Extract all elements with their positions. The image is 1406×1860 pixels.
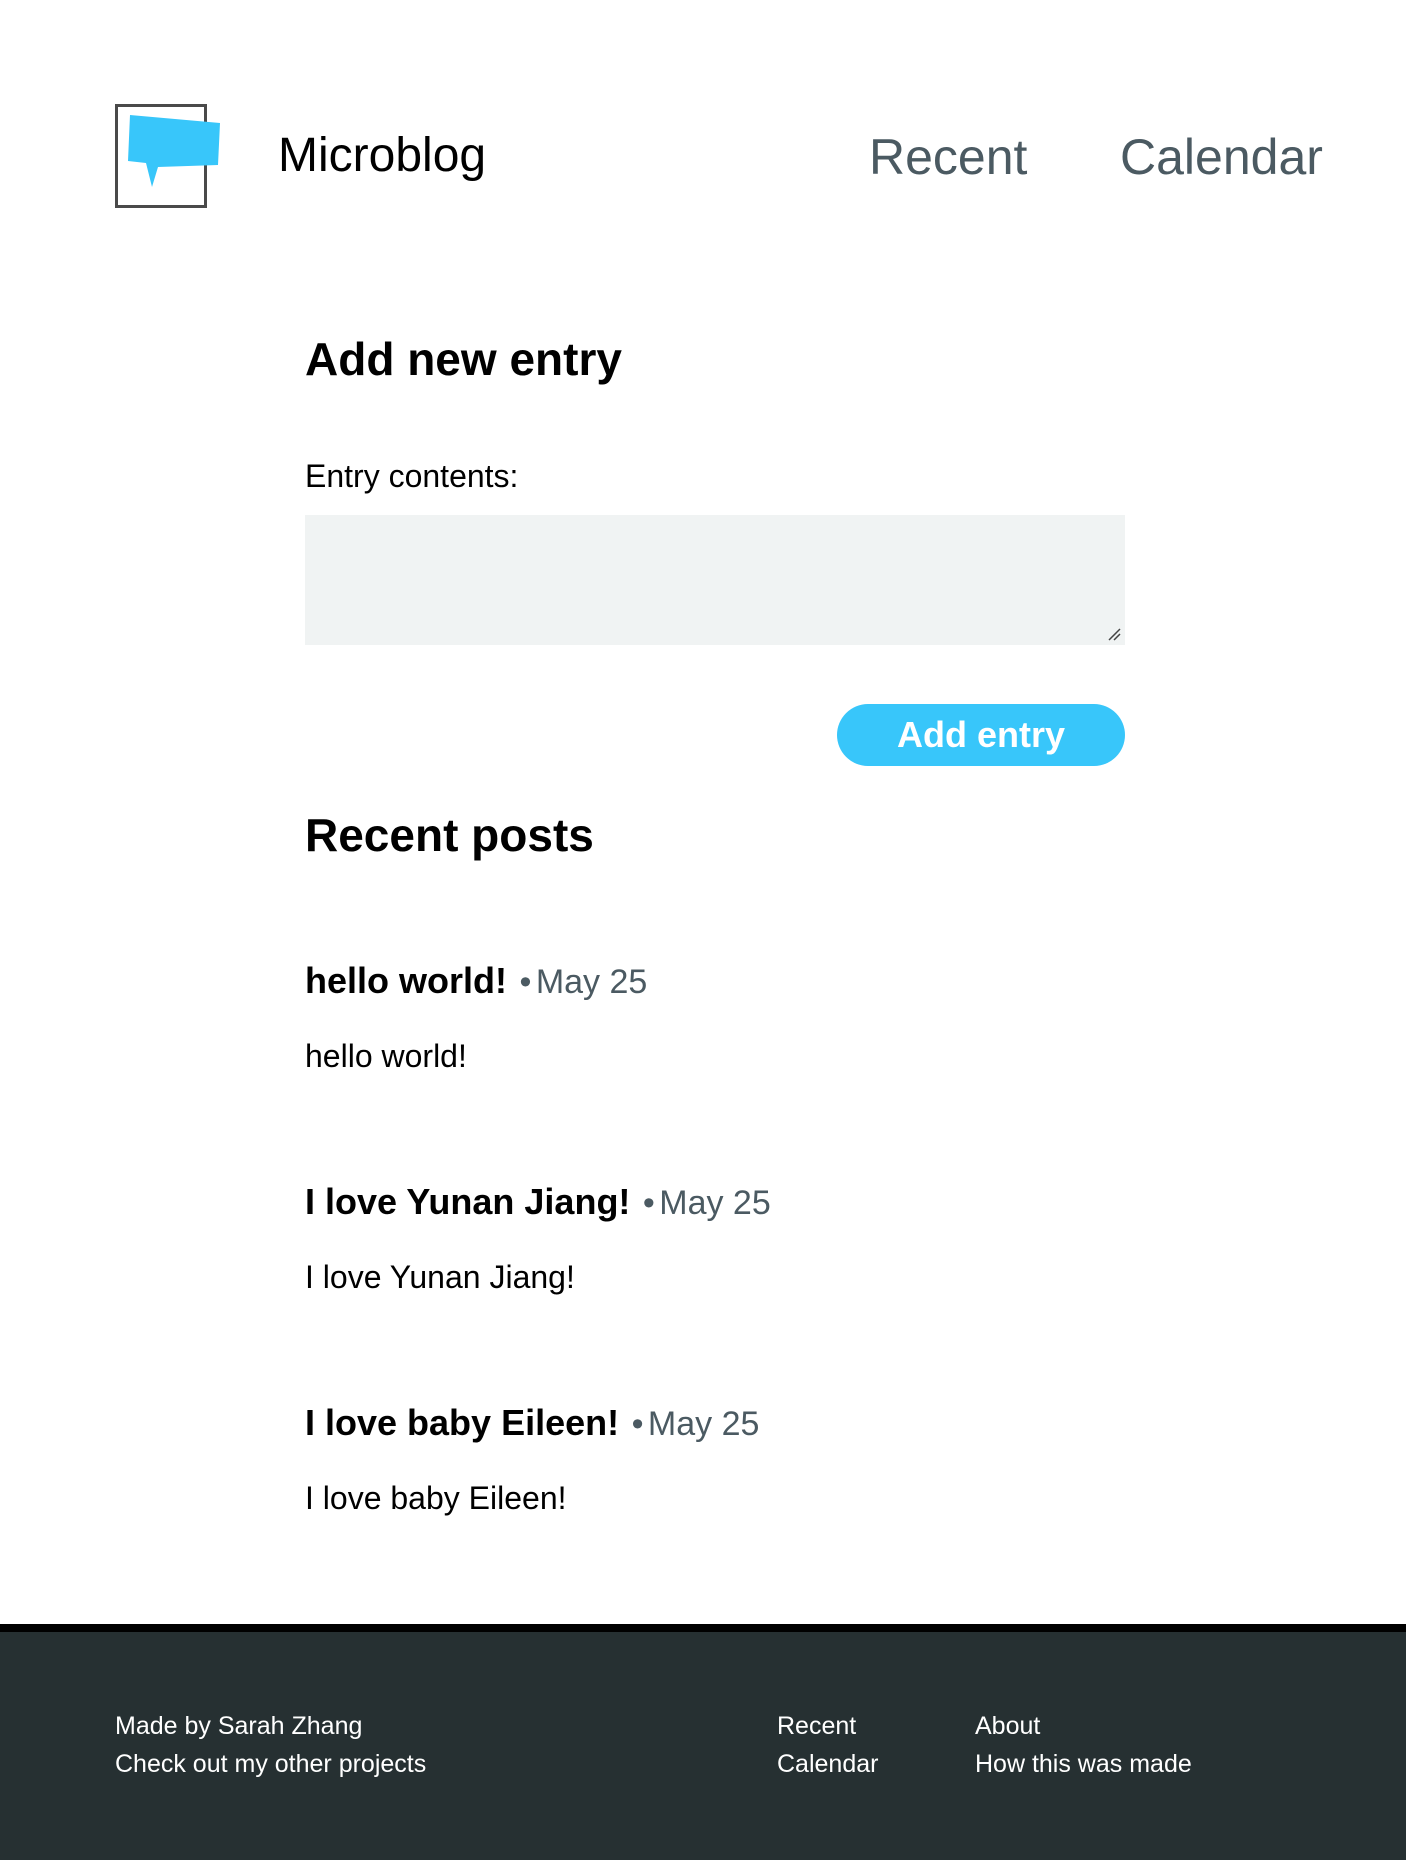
footer-credit: Made by Sarah Zhang xyxy=(115,1712,363,1740)
post-header: I love Yunan Jiang! • May 25 xyxy=(305,1181,1125,1223)
footer-projects-link[interactable]: Check out my other projects xyxy=(115,1750,426,1779)
post-body: I love Yunan Jiang! xyxy=(305,1259,575,1295)
site-footer: Made by Sarah Zhang Check out my other p… xyxy=(0,1632,1406,1860)
footer-divider xyxy=(0,1624,1406,1632)
post-date: May 25 xyxy=(535,963,648,1001)
post-title[interactable]: I love baby Eileen! xyxy=(305,1402,619,1443)
footer-how-made-link[interactable]: How this was made xyxy=(975,1750,1192,1779)
site-title[interactable]: Microblog xyxy=(278,128,486,183)
nav-recent-link[interactable]: Recent xyxy=(869,128,1027,186)
post-date: May 25 xyxy=(647,1405,760,1443)
post-body: hello world! xyxy=(305,1038,467,1074)
entry-contents-textarea[interactable] xyxy=(305,515,1125,645)
speech-bubble-icon xyxy=(128,115,220,187)
nav-calendar-link[interactable]: Calendar xyxy=(1120,128,1323,186)
footer-calendar-link[interactable]: Calendar xyxy=(777,1750,878,1779)
post-header: I love baby Eileen! • May 25 xyxy=(305,1402,1125,1444)
post-title[interactable]: I love Yunan Jiang! xyxy=(305,1181,630,1222)
recent-posts-heading: Recent posts xyxy=(305,809,594,861)
post-separator: • xyxy=(642,1184,655,1222)
post-header: hello world! • May 25 xyxy=(305,960,1125,1002)
post-title[interactable]: hello world! xyxy=(305,960,507,1001)
post-body: I love baby Eileen! xyxy=(305,1480,567,1516)
post-item: I love Yunan Jiang! • May 25 I love Yuna… xyxy=(305,1181,1125,1296)
footer-about-link[interactable]: About xyxy=(975,1712,1040,1741)
site-header: Microblog Recent Calendar xyxy=(0,0,1406,260)
post-item: I love baby Eileen! • May 25 I love baby… xyxy=(305,1402,1125,1517)
logo[interactable] xyxy=(115,104,220,208)
add-entry-heading: Add new entry xyxy=(305,333,622,385)
footer-recent-link[interactable]: Recent xyxy=(777,1712,856,1741)
add-entry-button[interactable]: Add entry xyxy=(837,704,1125,766)
post-date: May 25 xyxy=(659,1184,771,1222)
entry-contents-label: Entry contents: xyxy=(305,458,519,494)
post-separator: • xyxy=(631,1405,644,1443)
post-separator: • xyxy=(519,963,532,1001)
post-item: hello world! • May 25 hello world! xyxy=(305,960,1125,1075)
resize-grip-icon[interactable] xyxy=(1107,627,1121,641)
